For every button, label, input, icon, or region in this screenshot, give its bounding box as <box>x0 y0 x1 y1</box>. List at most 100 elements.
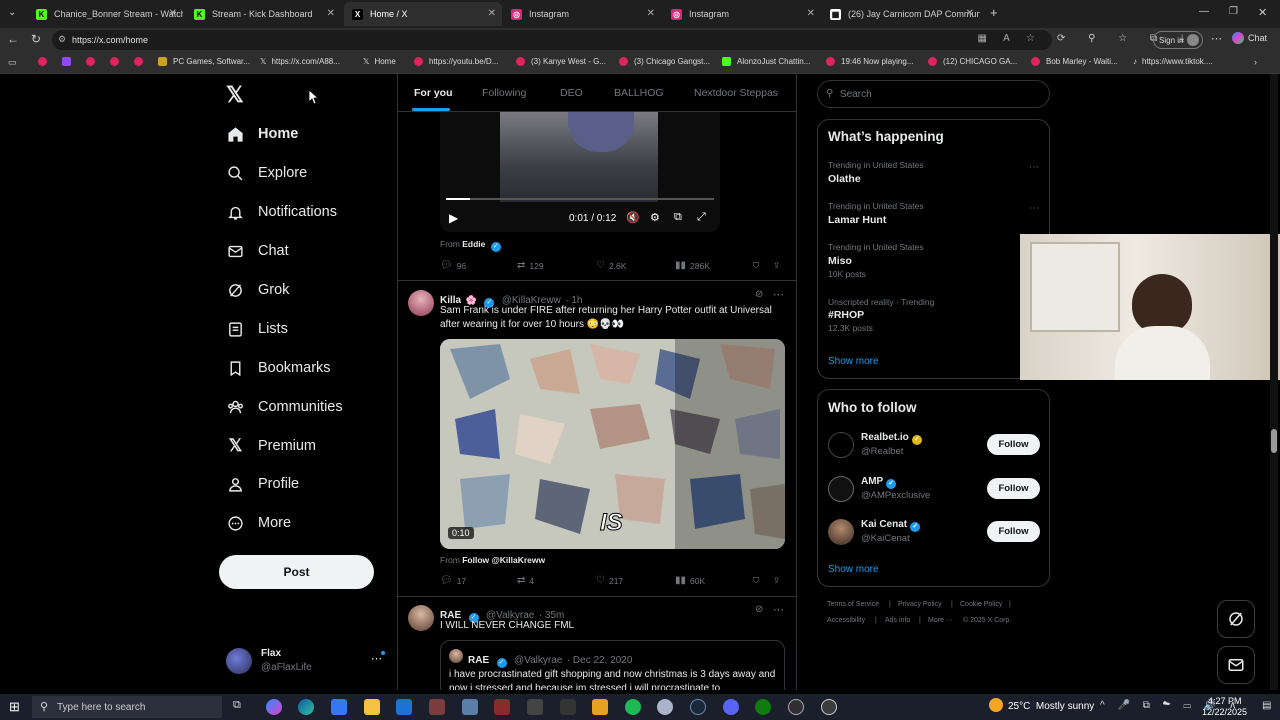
reply-button[interactable]: 💬︎ 96 <box>440 260 466 271</box>
task-view-icon[interactable]: ⧉ <box>233 699 241 712</box>
quoted-post[interactable]: RAE ✓ @Valkyrae · Dec 22, 2020 i have pr… <box>440 640 785 690</box>
post-button[interactable]: Post <box>219 555 374 589</box>
sidebar-item-profile[interactable]: Profile <box>227 471 299 497</box>
tab-jay-carnicom[interactable]: ▦ (26) Jay Carnicom DAP Community ✕ <box>822 2 980 26</box>
follow-button[interactable]: Follow <box>987 434 1040 455</box>
follow-button[interactable]: Follow <box>987 478 1040 499</box>
follow-suggestion[interactable]: Kai Cenat ✓ @KaiCenat Follow <box>818 515 1049 551</box>
trend-item[interactable]: Trending in United States Olathe ⋯ <box>818 160 1049 196</box>
footer-more-link[interactable]: More ··· <box>928 617 953 624</box>
close-icon[interactable]: ✕ <box>169 8 177 19</box>
tab-kick-dashboard[interactable]: K Stream - Kick Dashboard ✕ <box>186 2 341 26</box>
grok-icon[interactable]: ⊘ <box>755 604 763 615</box>
more-menu-icon[interactable]: ⋯ <box>1211 32 1222 45</box>
tab-home-x[interactable]: X Home / X ✕ <box>344 2 502 26</box>
trend-item[interactable]: Trending in United States Lamar Hunt ⋯ <box>818 201 1049 237</box>
bookmark-icon[interactable]: ⛉ <box>753 575 759 586</box>
url-field[interactable]: ⚙ https://x.com/home ▦ A ☆ <box>52 30 1052 50</box>
bookmark-bob-marley[interactable]: Bob Marley - Waiti... <box>1031 57 1118 66</box>
app-icon[interactable] <box>494 699 510 715</box>
trend-item[interactable]: Unscripted reality · Trending #RHOP 12.3… <box>818 297 1049 337</box>
trend-item[interactable]: Trending in United States Miso 10K posts <box>818 242 1049 282</box>
bookmark-tiktok[interactable]: ♪ https://www.tiktok.... <box>1133 57 1213 66</box>
bookmark-home[interactable]: 𝕏 Home <box>363 57 396 66</box>
copilot-chat-button[interactable]: Chat <box>1232 32 1267 44</box>
bookmark-alonzo[interactable]: AlonzoJust Chattin... <box>722 57 810 66</box>
more-icon[interactable]: ⋯ <box>1029 162 1039 173</box>
spotify-icon[interactable] <box>625 699 641 715</box>
follow-suggestion[interactable]: Realbet.io ✓ @Realbet Follow <box>818 428 1049 464</box>
x-logo-icon[interactable]: 𝕏 <box>226 82 244 108</box>
notifications-icon[interactable]: ▤ <box>1262 700 1271 711</box>
sidebar-item-chat[interactable]: Chat <box>227 238 289 264</box>
account-switcher[interactable]: Flax @aFlaxLife ⋯ <box>226 646 386 676</box>
repost-button[interactable]: ⇄ 4 <box>517 575 534 586</box>
app-icon[interactable] <box>560 699 576 715</box>
file-explorer-icon[interactable] <box>364 699 380 715</box>
like-button[interactable]: ♡ 2.6K <box>596 260 626 271</box>
steam-icon[interactable] <box>690 699 706 715</box>
weather-text[interactable]: 25°C Mostly sunny <box>1008 701 1094 712</box>
video-player[interactable]: IS 0:10 <box>440 339 785 549</box>
tab-instagram-1[interactable]: ◎ Instagram ✕ <box>503 2 661 26</box>
tab-instagram-2[interactable]: ◎ Instagram ✕ <box>663 2 821 26</box>
follow-link[interactable]: Follow @KillaKreww <box>462 555 545 565</box>
close-icon[interactable]: ✕ <box>327 8 335 19</box>
share-icon[interactable]: ⇪ <box>773 260 780 271</box>
minimize-icon[interactable]: — <box>1199 6 1209 17</box>
site-info-icon[interactable]: ⚙ <box>58 34 66 45</box>
app-icon[interactable] <box>592 699 608 715</box>
sidebar-item-communities[interactable]: Communities <box>227 394 343 420</box>
app-icon[interactable] <box>657 699 673 715</box>
sidebar-toggle-icon[interactable]: ▭ <box>8 57 17 68</box>
settings-icon[interactable]: ⚙ <box>650 211 660 224</box>
repost-button[interactable]: ⇄ 129 <box>517 260 544 271</box>
follow-suggestion[interactable]: AMP ✓ @AMPexclusive Follow <box>818 472 1049 508</box>
bookmark-youtube-3[interactable] <box>110 57 125 66</box>
share-icon[interactable]: ⇪ <box>773 575 780 586</box>
bookmarks-overflow-icon[interactable]: › <box>1254 57 1257 67</box>
views-button[interactable]: ▮▮ 60K <box>675 575 705 586</box>
grok-floating-button[interactable] <box>1217 600 1255 638</box>
bookmark-youtu-be[interactable]: https://youtu.be/D... <box>414 57 498 66</box>
tab-ballhog[interactable]: BALLHOG <box>614 87 664 99</box>
restore-icon[interactable]: ❐ <box>1229 6 1238 17</box>
grok-icon[interactable]: ⊘ <box>755 289 763 300</box>
xbox-icon[interactable] <box>755 699 771 715</box>
show-more-link[interactable]: Show more <box>828 564 879 575</box>
close-icon[interactable]: ✕ <box>647 8 655 19</box>
footer-link[interactable]: Privacy Policy <box>898 601 942 608</box>
close-icon[interactable]: ✕ <box>966 8 974 19</box>
avatar[interactable] <box>408 605 434 631</box>
windows-start-icon[interactable]: ⊞ <box>9 699 20 715</box>
bookmark-now-playing[interactable]: 19:46 Now playing... <box>826 57 914 66</box>
bookmark-youtube-2[interactable] <box>86 57 101 66</box>
views-button[interactable]: ▮▮ 286K <box>675 260 710 271</box>
more-icon[interactable]: ⋯ <box>1029 203 1039 214</box>
edge-icon[interactable] <box>298 699 314 715</box>
footer-link[interactable]: Cookie Policy <box>960 601 1002 608</box>
source-name[interactable]: Eddie <box>462 239 485 249</box>
sidebar-item-lists[interactable]: Lists <box>227 316 288 342</box>
bookmark-x-a88[interactable]: 𝕏https://x.com/A88... <box>260 57 340 66</box>
bookmark-pc-games[interactable]: PC Games, Softwar... <box>158 57 250 66</box>
app-icon[interactable] <box>821 699 837 715</box>
bookmark-icon[interactable]: ⛉ <box>753 260 759 271</box>
sidebar-item-grok[interactable]: Grok <box>227 277 289 303</box>
fullscreen-icon[interactable]: ⤢ <box>697 211 706 224</box>
close-icon[interactable]: ✕ <box>807 8 815 19</box>
bookmark-chicago-ga[interactable]: (12) CHICAGO GA... <box>928 57 1017 66</box>
video-player[interactable]: ▶ 0:01 / 0:12 🔇 ⚙ ⧉ ⤢ <box>440 112 720 232</box>
volume-icon[interactable]: 🔇 <box>626 211 640 224</box>
refresh-icon[interactable]: ↻ <box>31 32 41 46</box>
tab-deo[interactable]: DEO <box>560 87 583 99</box>
footer-link[interactable]: Terms of Service <box>827 601 879 608</box>
footer-link[interactable]: Accessibility <box>827 617 865 624</box>
sidebar-item-explore[interactable]: Explore <box>227 160 307 186</box>
avatar[interactable] <box>408 290 434 316</box>
store-icon[interactable] <box>331 699 347 715</box>
bookmark-youtube-4[interactable] <box>134 57 149 66</box>
show-more-link[interactable]: Show more <box>828 356 879 367</box>
close-icon[interactable]: ✕ <box>488 8 496 19</box>
bookmark-twitch[interactable] <box>62 57 77 66</box>
